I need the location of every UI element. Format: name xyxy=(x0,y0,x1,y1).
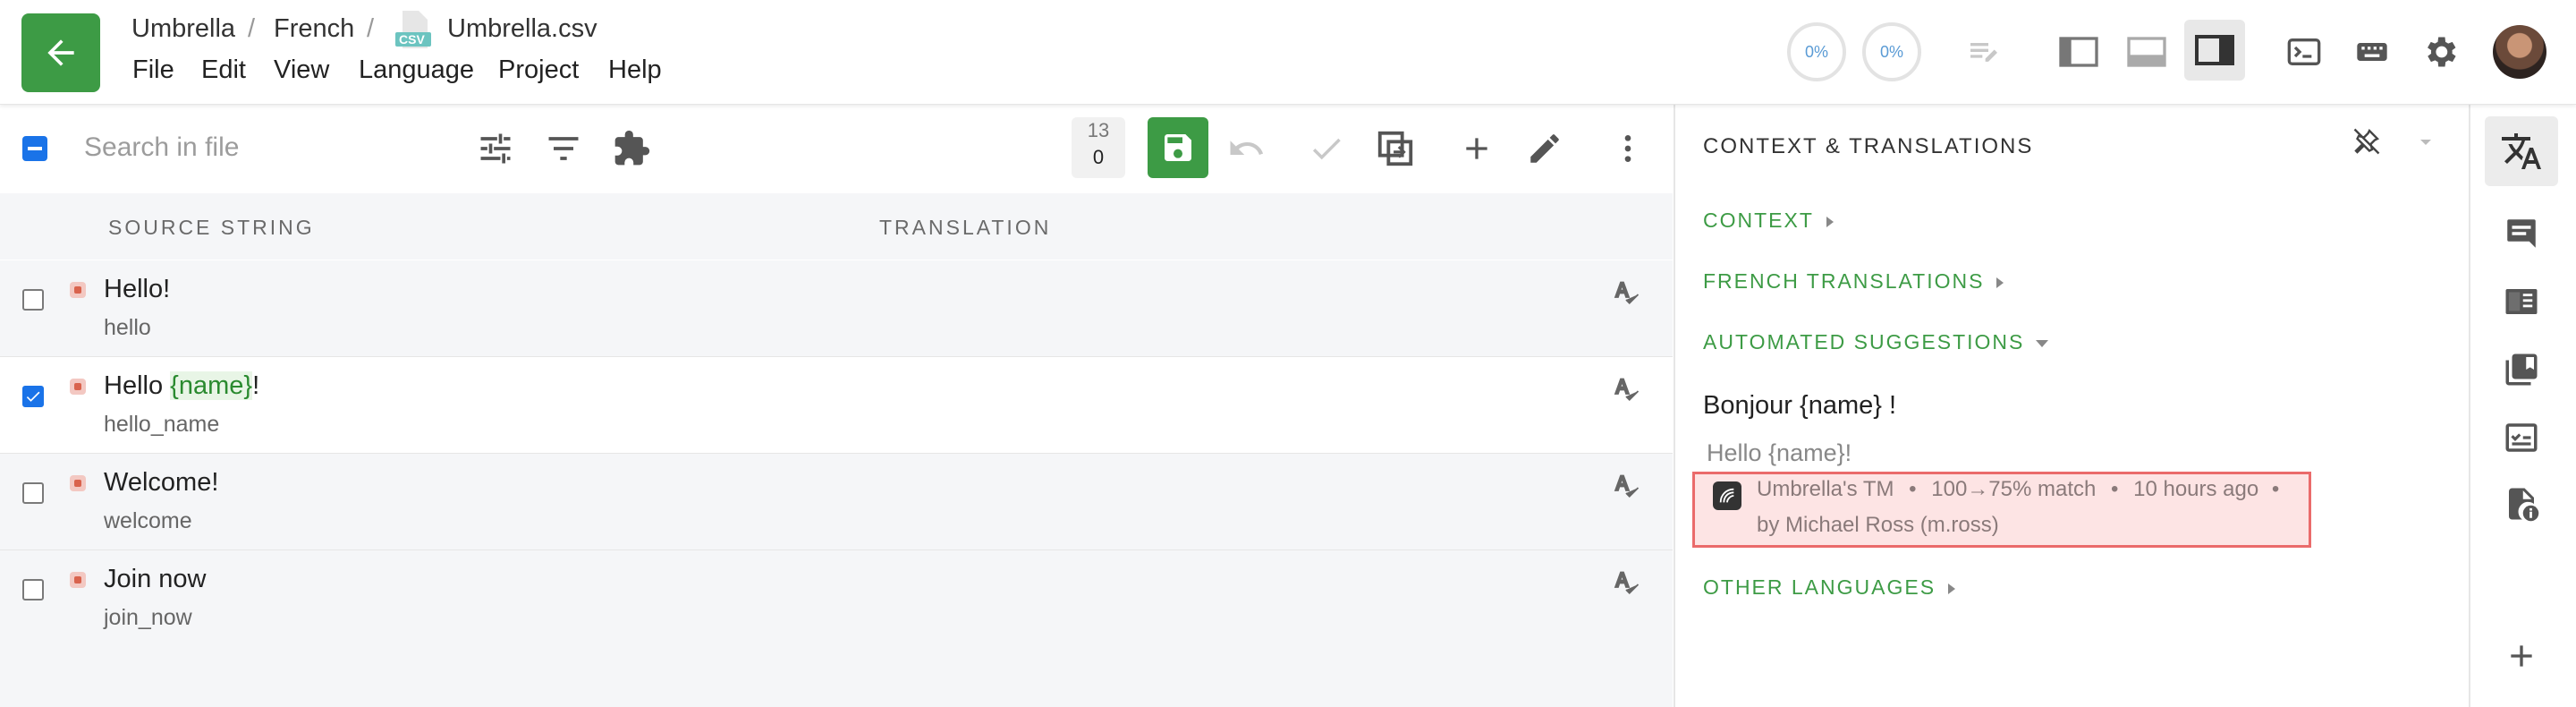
right-panel-icon[interactable] xyxy=(2184,20,2245,81)
breadcrumb-separator: / xyxy=(367,14,375,43)
source-string: Hello! xyxy=(104,275,171,303)
pin-off-icon[interactable] xyxy=(2351,125,2386,161)
keyboard-icon[interactable] xyxy=(2343,23,2401,81)
search-input[interactable]: Search in file xyxy=(84,132,239,163)
copy-icon[interactable] xyxy=(1368,122,1422,175)
csv-file-icon: CSV xyxy=(394,9,435,48)
menu-file[interactable]: File xyxy=(132,55,174,85)
breadcrumb-language[interactable]: French xyxy=(274,14,354,44)
library-icon[interactable] xyxy=(2485,335,2558,405)
suggestion-meta: Umbrella's TM • 100→75% match • 10 hours… xyxy=(1692,472,2311,548)
terminal-icon[interactable] xyxy=(2275,23,2333,81)
back-button[interactable] xyxy=(21,13,100,92)
section-other-languages[interactable]: OTHER LANGUAGES xyxy=(1703,575,1957,600)
table-row[interactable]: Welcome! welcome xyxy=(0,454,1673,550)
suggestion-text[interactable]: Bonjour {name} ! xyxy=(1703,391,1896,421)
translate-icon[interactable] xyxy=(2485,116,2558,186)
breadcrumb-separator: / xyxy=(248,14,256,43)
bottom-panel-icon[interactable] xyxy=(2118,23,2175,81)
comment-icon[interactable] xyxy=(2485,199,2558,268)
caret-right-icon xyxy=(1826,216,1834,227)
column-source[interactable]: SOURCE STRING xyxy=(108,216,315,240)
plus-icon[interactable] xyxy=(1450,122,1504,175)
row-checkbox[interactable] xyxy=(22,579,44,601)
string-key: hello_name xyxy=(104,412,220,437)
counter-selected: 0 xyxy=(1092,146,1105,168)
sliders-icon[interactable] xyxy=(469,122,522,175)
book-icon[interactable] xyxy=(2485,267,2558,336)
menu-language[interactable]: Language xyxy=(359,55,474,85)
spellcheck-icon[interactable] xyxy=(1610,276,1642,308)
table-row[interactable]: Join now join_now xyxy=(0,550,1673,707)
select-all-checkbox[interactable] xyxy=(22,136,47,161)
left-panel-icon[interactable] xyxy=(2050,23,2107,81)
chevron-down-icon[interactable] xyxy=(2415,134,2438,152)
save-icon xyxy=(1165,134,1191,161)
row-checkbox[interactable] xyxy=(22,482,44,504)
menu-project[interactable]: Project xyxy=(498,55,579,85)
avatar[interactable] xyxy=(2493,25,2546,79)
arrow-left-icon xyxy=(47,39,74,66)
tm-logo-icon xyxy=(1713,481,1741,510)
source-string: Welcome! xyxy=(104,468,219,497)
status-dot xyxy=(70,282,86,298)
check-icon[interactable] xyxy=(1300,122,1353,175)
status-dot xyxy=(70,475,86,491)
more-vert-icon[interactable] xyxy=(1601,122,1655,175)
table-row[interactable]: Hello! hello xyxy=(0,260,1673,357)
spellcheck-icon[interactable] xyxy=(1610,566,1642,598)
csv-badge: CSV xyxy=(399,32,425,47)
row-checkbox[interactable] xyxy=(22,289,44,311)
progress-translated[interactable]: 0% xyxy=(1862,22,1921,81)
row-checkbox[interactable] xyxy=(22,386,44,407)
table-row[interactable]: Hello {name}! hello_name xyxy=(0,357,1673,454)
save-button[interactable] xyxy=(1148,117,1208,178)
suggestion-meta-line1: Umbrella's TM • 100→75% match • 10 hours… xyxy=(1757,477,2280,501)
source-string: Hello {name}! xyxy=(104,371,260,400)
menu-help[interactable]: Help xyxy=(608,55,662,85)
counter-total: 13 xyxy=(1087,119,1110,141)
puzzle-icon[interactable] xyxy=(605,122,658,175)
section-automated-suggestions[interactable]: AUTOMATED SUGGESTIONS xyxy=(1703,330,2049,354)
source-string: Join now xyxy=(104,565,207,593)
string-key: welcome xyxy=(104,508,192,533)
status-dot xyxy=(70,379,86,395)
suggestion-author: by Michael Ross (m.ross) xyxy=(1757,513,1999,537)
caret-right-icon xyxy=(1996,277,2004,288)
column-translation[interactable]: TRANSLATION xyxy=(879,216,1051,240)
suggestion-source-text: Hello {name}! xyxy=(1707,439,1852,466)
status-dot xyxy=(70,572,86,588)
checklist-icon[interactable] xyxy=(2485,403,2558,473)
caret-right-icon xyxy=(1948,583,1956,594)
file-info-icon[interactable] xyxy=(2485,469,2558,539)
string-counter: 13 0 xyxy=(1072,117,1125,178)
placeholder-variable: {name} xyxy=(170,371,253,400)
spellcheck-icon[interactable] xyxy=(1610,469,1642,501)
section-french-translations[interactable]: FRENCH TRANSLATIONS xyxy=(1703,269,2005,294)
gear-icon[interactable] xyxy=(2411,23,2469,81)
menu-edit[interactable]: Edit xyxy=(201,55,246,85)
menu-view[interactable]: View xyxy=(274,55,329,85)
progress-approved[interactable]: 0% xyxy=(1787,22,1846,81)
edit-list-icon[interactable] xyxy=(1955,23,2012,81)
breadcrumb-file[interactable]: Umbrella.csv xyxy=(447,14,597,44)
pencil-icon[interactable] xyxy=(1518,122,1572,175)
string-key: hello xyxy=(104,315,151,340)
top-header: Umbrella / French / CSV Umbrella.csv Fil… xyxy=(0,0,2576,105)
string-key: join_now xyxy=(104,605,192,630)
filter-icon[interactable] xyxy=(537,122,590,175)
spellcheck-icon[interactable] xyxy=(1610,372,1642,405)
panel-title: CONTEXT & TRANSLATIONS xyxy=(1703,134,2034,158)
add-panel-icon[interactable] xyxy=(2485,621,2558,691)
section-context[interactable]: CONTEXT xyxy=(1703,209,1835,233)
breadcrumb-project[interactable]: Umbrella xyxy=(131,14,235,44)
caret-down-icon xyxy=(2036,339,2049,347)
undo-icon[interactable] xyxy=(1219,122,1273,175)
